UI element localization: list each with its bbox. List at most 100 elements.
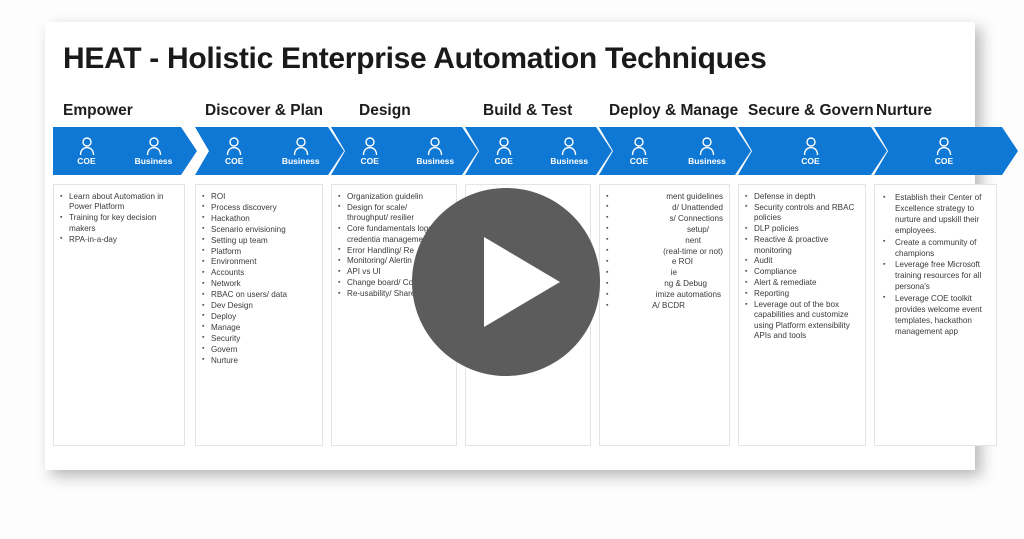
persona-business: Business (406, 136, 464, 166)
list-item: Deploy (200, 311, 316, 322)
persona-coe: COE (58, 136, 116, 166)
list-item: Learn about Automation in Power Platform (58, 192, 178, 213)
persona-coe: COE (880, 136, 1008, 166)
phase-title-build-test: Build & Test (483, 102, 573, 119)
phase-title-deploy-manage: Deploy & Manage (609, 102, 739, 119)
phase-column-nurture: Nurture COE Establish their Center of Ex… (874, 102, 1002, 470)
persona-coe: COE (341, 136, 399, 166)
list-item: ROI (200, 191, 316, 202)
person-icon (935, 136, 953, 156)
list-item: ie (604, 268, 723, 279)
list-item: Environment (200, 257, 316, 268)
persona-label: Business (688, 156, 726, 167)
phase-title-nurture: Nurture (876, 102, 932, 119)
person-icon (495, 136, 513, 156)
persona-business: Business (272, 136, 330, 166)
list-item: Compliance (743, 267, 859, 278)
play-button[interactable] (412, 188, 600, 376)
list-item: Network (200, 279, 316, 290)
person-icon (361, 136, 379, 156)
list-item: ment guidelines (604, 191, 723, 202)
phase-chevron-nurture: COE (874, 127, 1018, 175)
person-icon (560, 136, 578, 156)
phase-chevron-secure-govern: COE (738, 127, 887, 175)
persona-label: COE (77, 156, 96, 167)
list-item: Nurture (200, 355, 316, 366)
bullet-list: ROI Process discovery Hackathon Scenario… (200, 191, 316, 366)
list-item: ng & Debug (604, 279, 723, 290)
list-item: Hackathon (200, 213, 316, 224)
phase-column-secure-govern: Secure & Govern COE Defense in depth Sec… (738, 102, 871, 470)
page-title: HEAT - Holistic Enterprise Automation Te… (63, 42, 767, 75)
phase-card-secure-govern: Defense in depth Security controls and R… (738, 184, 866, 446)
persona-business: Business (125, 136, 183, 166)
bullet-list: Learn about Automation in Power Platform… (58, 192, 178, 245)
list-item: Alert & remediate (743, 278, 859, 289)
persona-label: COE (629, 156, 649, 167)
list-item: Establish their Center of Excellence str… (879, 192, 990, 236)
persona-label: COE (494, 156, 513, 167)
phase-card-empower: Learn about Automation in Power Platform… (53, 184, 185, 446)
list-item: Platform (200, 246, 316, 257)
list-item: e ROI (604, 257, 723, 268)
phase-column-empower: Empower COE Business ▪ Learn about Autom… (53, 102, 191, 470)
list-item: nent (604, 235, 723, 246)
list-item: Manage (200, 322, 316, 333)
list-item: setup/ (604, 224, 723, 235)
play-triangle-icon (484, 237, 560, 327)
phase-title-design: Design (359, 102, 411, 119)
person-icon (426, 136, 444, 156)
persona-coe: COE (205, 136, 263, 166)
bullet-list: ment guidelines d/ Unattended s/ Connect… (604, 191, 723, 312)
list-item: Leverage COE toolkit provides welcome ev… (879, 292, 990, 337)
person-icon (292, 136, 310, 156)
list-item: Security controls and RBAC policies (743, 202, 859, 224)
list-item: Accounts (200, 268, 316, 279)
list-item: d/ Unattended (604, 202, 723, 213)
phase-chevron-design: COE Business (331, 127, 478, 175)
persona-coe: COE (744, 136, 877, 166)
persona-label: Business (550, 156, 589, 167)
person-icon (225, 136, 243, 156)
person-icon (630, 136, 648, 156)
phase-chevron-empower: COE Business (53, 127, 197, 175)
phase-chevron-discover-plan: COE Business (195, 127, 344, 175)
persona-label: COE (360, 156, 379, 167)
list-item: Leverage out of the box capabilities and… (743, 300, 859, 342)
phase-card-deploy-manage: ment guidelines d/ Unattended s/ Connect… (599, 184, 730, 446)
person-icon (698, 136, 716, 156)
list-item: Reporting (743, 289, 859, 300)
list-item: Security (200, 333, 316, 344)
person-icon (145, 136, 163, 156)
list-item: s/ Connections (604, 213, 723, 224)
phase-card-nurture: Establish their Center of Excellence str… (874, 184, 997, 446)
list-item: Design for scale/ throughput/ resilier (336, 202, 450, 224)
persona-label: COE (934, 156, 954, 167)
persona-label: Business (134, 156, 173, 167)
list-item: Govern (200, 344, 316, 355)
list-item: Leverage free Microsoft training resourc… (879, 259, 990, 292)
persona-coe: COE (610, 136, 668, 166)
phase-chevron-deploy-manage: COE Business (599, 127, 751, 175)
phase-title-secure-govern: Secure & Govern (748, 102, 874, 119)
list-item: Reactive & proactive monitoring (743, 235, 859, 256)
persona-label: COE (801, 156, 820, 167)
list-item: RPA-in-a-day (58, 234, 178, 245)
list-item: DLP policies (743, 224, 859, 235)
person-icon (78, 136, 96, 156)
list-item: RBAC on users/ data (200, 290, 316, 301)
persona-business: Business (678, 136, 736, 166)
persona-label: COE (225, 156, 244, 167)
list-item: Process discovery (200, 202, 316, 213)
persona-label: Business (281, 156, 320, 167)
phase-chevron-build-test: COE Business (465, 127, 612, 175)
list-item: Audit (743, 256, 859, 267)
list-item: Scenario envisioning (200, 224, 316, 235)
list-item: Setting up team (200, 235, 316, 246)
bullet-list: Defense in depth Security controls and R… (743, 191, 859, 342)
list-item: Create a community of champions (879, 236, 990, 259)
phase-card-discover-plan: ROI Process discovery Hackathon Scenario… (195, 184, 323, 446)
list-item: A/ BCDR (604, 301, 723, 312)
bullet-list: Establish their Center of Excellence str… (879, 192, 990, 337)
list-item: Training for key decision makers (58, 213, 178, 234)
